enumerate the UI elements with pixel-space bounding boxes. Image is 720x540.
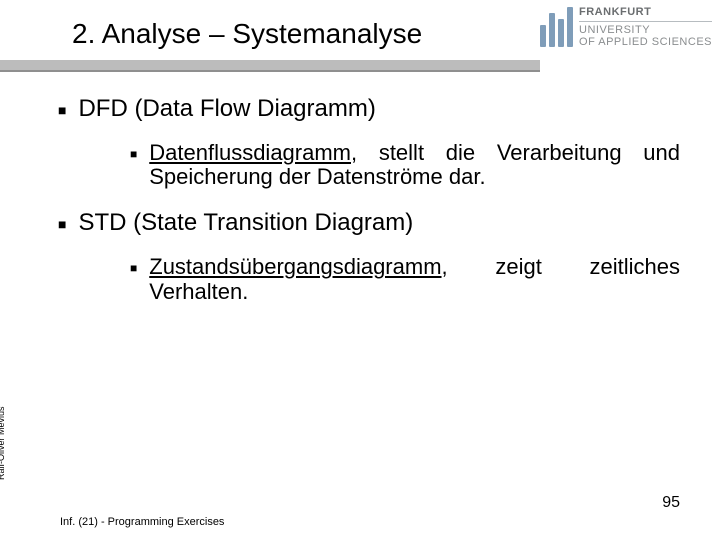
bullet-std-text: STD (State Transition Diagram) bbox=[78, 209, 680, 237]
square-bullet-icon: ■ bbox=[58, 103, 66, 117]
logo-line1: FRANKFURT bbox=[579, 6, 712, 19]
slide: FRANKFURT UNIVERSITY OF APPLIED SCIENCES… bbox=[0, 0, 720, 540]
content-area: ■ DFD (Data Flow Diagramm) ■ Datenflussd… bbox=[40, 95, 680, 324]
bullet-std-detail: ■ Zustandsübergangsdiagramm, zeigt zeitl… bbox=[130, 255, 680, 303]
square-bullet-icon: ■ bbox=[130, 262, 137, 274]
logo-line3: OF APPLIED SCIENCES bbox=[579, 36, 712, 49]
author-vertical: Ralf-Oliver Mevius bbox=[0, 406, 6, 480]
footer-course: Inf. (21) - Programming Exercises bbox=[60, 516, 224, 528]
square-bullet-icon: ■ bbox=[130, 148, 137, 160]
logo-bars-icon bbox=[540, 7, 573, 47]
underlined-term: Datenflussdiagramm bbox=[149, 140, 351, 165]
logo-line2: UNIVERSITY bbox=[579, 24, 712, 37]
title-underline bbox=[0, 60, 540, 70]
bullet-dfd-text: DFD (Data Flow Diagramm) bbox=[78, 95, 680, 123]
bullet-dfd-detail-text: Datenflussdiagramm, stellt die Verarbeit… bbox=[149, 141, 680, 189]
bullet-dfd-detail: ■ Datenflussdiagramm, stellt die Verarbe… bbox=[130, 141, 680, 189]
underlined-term: Zustandsübergangsdiagramm bbox=[149, 254, 441, 279]
university-logo: FRANKFURT UNIVERSITY OF APPLIED SCIENCES bbox=[540, 6, 712, 49]
square-bullet-icon: ■ bbox=[58, 217, 66, 231]
bullet-std: ■ STD (State Transition Diagram) bbox=[58, 209, 680, 237]
bullet-dfd: ■ DFD (Data Flow Diagramm) bbox=[58, 95, 680, 123]
footer-page-number: 95 bbox=[662, 494, 680, 512]
logo-text: FRANKFURT UNIVERSITY OF APPLIED SCIENCES bbox=[579, 6, 712, 49]
slide-title: 2. Analyse – Systemanalyse bbox=[72, 18, 422, 50]
bullet-std-detail-text: Zustandsübergangsdiagramm, zeigt zeitlic… bbox=[149, 255, 680, 303]
